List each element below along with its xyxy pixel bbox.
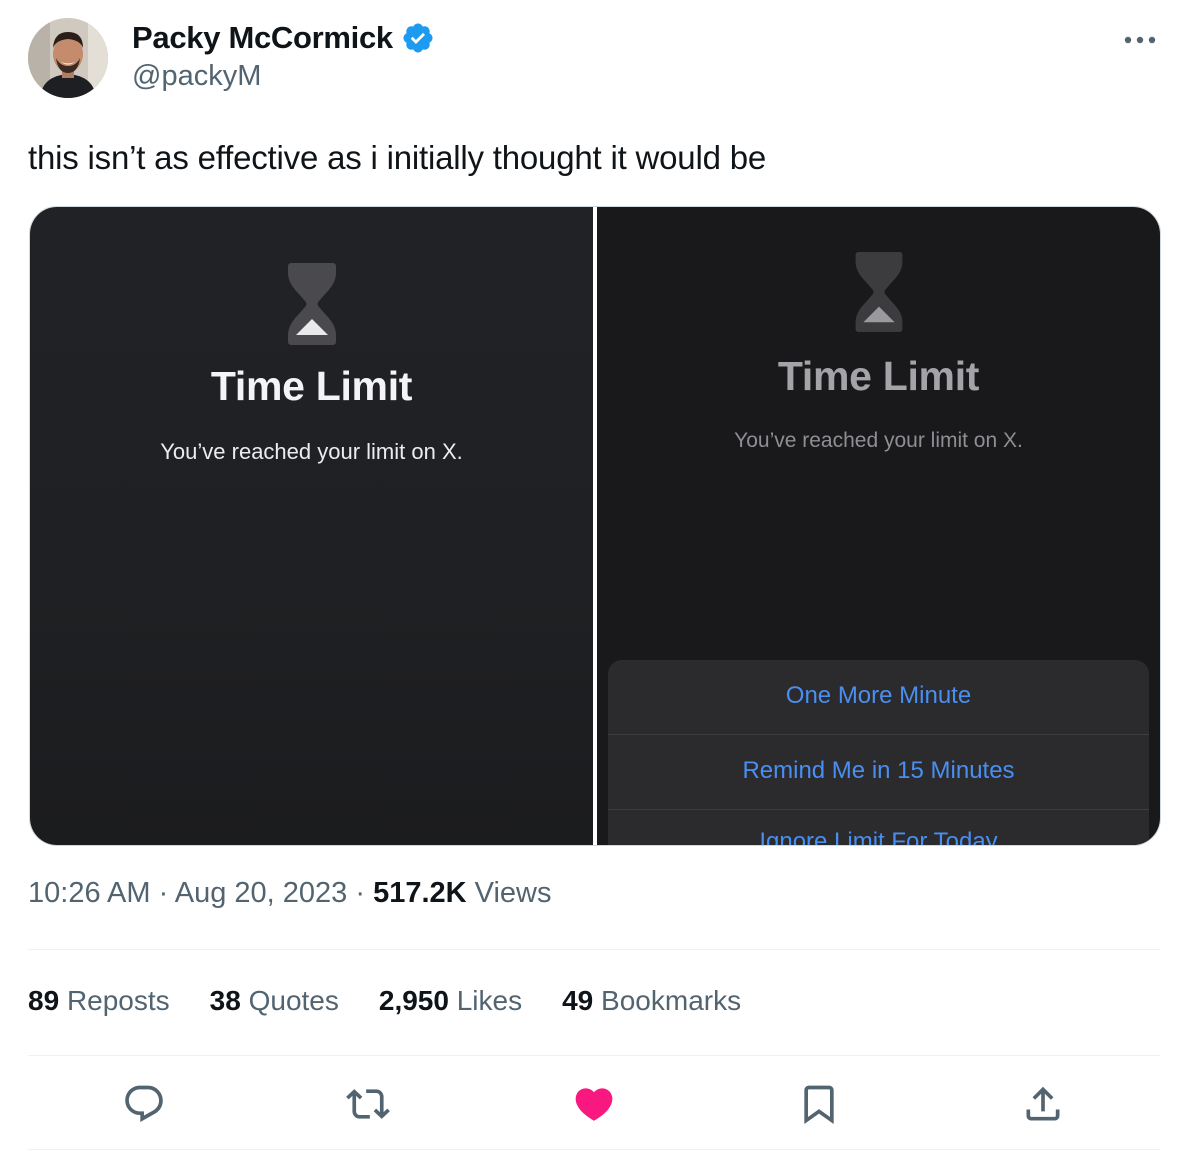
- time-limit-title: Time Limit: [210, 363, 413, 409]
- one-more-minute-option[interactable]: One More Minute: [608, 682, 1149, 710]
- views-count: 517.2K: [373, 877, 467, 909]
- hourglass-icon: [288, 263, 336, 345]
- time-limit-subtitle: You’ve reached your limit on X.: [734, 429, 1023, 452]
- reply-icon: [125, 1085, 163, 1122]
- tweet-time[interactable]: 10:26 AM: [28, 877, 151, 909]
- repost-button[interactable]: [346, 1082, 390, 1126]
- author-name[interactable]: Packy McCormick: [132, 20, 393, 56]
- time-limit-subtitle: You’ve reached your limit on X.: [160, 439, 463, 464]
- more-options-icon[interactable]: [1122, 26, 1158, 54]
- like-button[interactable]: [572, 1082, 616, 1126]
- sheet-separator: [608, 809, 1149, 810]
- views-label: Views: [474, 877, 552, 909]
- tweet-media[interactable]: Time Limit You’ve reached your limit on …: [29, 206, 1161, 846]
- tweet-meta: 10:26 AM · Aug 20, 2023 · 517.2K Views: [28, 877, 552, 910]
- sheet-separator: [608, 734, 1149, 735]
- like-icon: [575, 1088, 613, 1121]
- author-name-row: Packy McCormick: [132, 18, 435, 58]
- reply-button[interactable]: [122, 1082, 166, 1126]
- divider: [28, 1149, 1160, 1150]
- engagement-stats: 89 Reposts 38 Quotes 2,950 Likes 49 Book…: [28, 985, 781, 1017]
- hourglass-icon: [855, 251, 903, 333]
- bookmarks-stat[interactable]: 49 Bookmarks: [562, 985, 741, 1017]
- share-icon: [1026, 1086, 1060, 1121]
- divider: [28, 1055, 1160, 1056]
- tweet-text: this isn’t as effective as i initially t…: [28, 139, 767, 176]
- time-limit-action-sheet: One More Minute Remind Me in 15 Minutes …: [608, 660, 1149, 845]
- remind-me-option[interactable]: Remind Me in 15 Minutes: [608, 757, 1149, 785]
- media-image-left[interactable]: Time Limit You’ve reached your limit on …: [30, 207, 593, 845]
- media-image-right[interactable]: Time Limit You’ve reached your limit on …: [597, 207, 1160, 845]
- meta-separator: ·: [355, 877, 366, 909]
- tweet-date[interactable]: Aug 20, 2023: [175, 877, 348, 909]
- verified-badge-icon: [403, 23, 433, 53]
- bookmark-icon: [804, 1085, 834, 1125]
- bookmark-button[interactable]: [797, 1082, 841, 1126]
- share-button[interactable]: [1021, 1082, 1065, 1126]
- quotes-stat[interactable]: 38 Quotes: [210, 985, 339, 1017]
- divider: [28, 949, 1160, 950]
- meta-separator: ·: [158, 877, 169, 909]
- author-handle[interactable]: @packyM: [132, 60, 261, 93]
- reposts-stat[interactable]: 89 Reposts: [28, 985, 170, 1017]
- likes-stat[interactable]: 2,950 Likes: [379, 985, 522, 1017]
- repost-icon: [346, 1089, 390, 1119]
- ignore-limit-option[interactable]: Ignore Limit For Today: [608, 828, 1149, 845]
- author-avatar[interactable]: [28, 18, 108, 98]
- time-limit-title: Time Limit: [777, 353, 980, 399]
